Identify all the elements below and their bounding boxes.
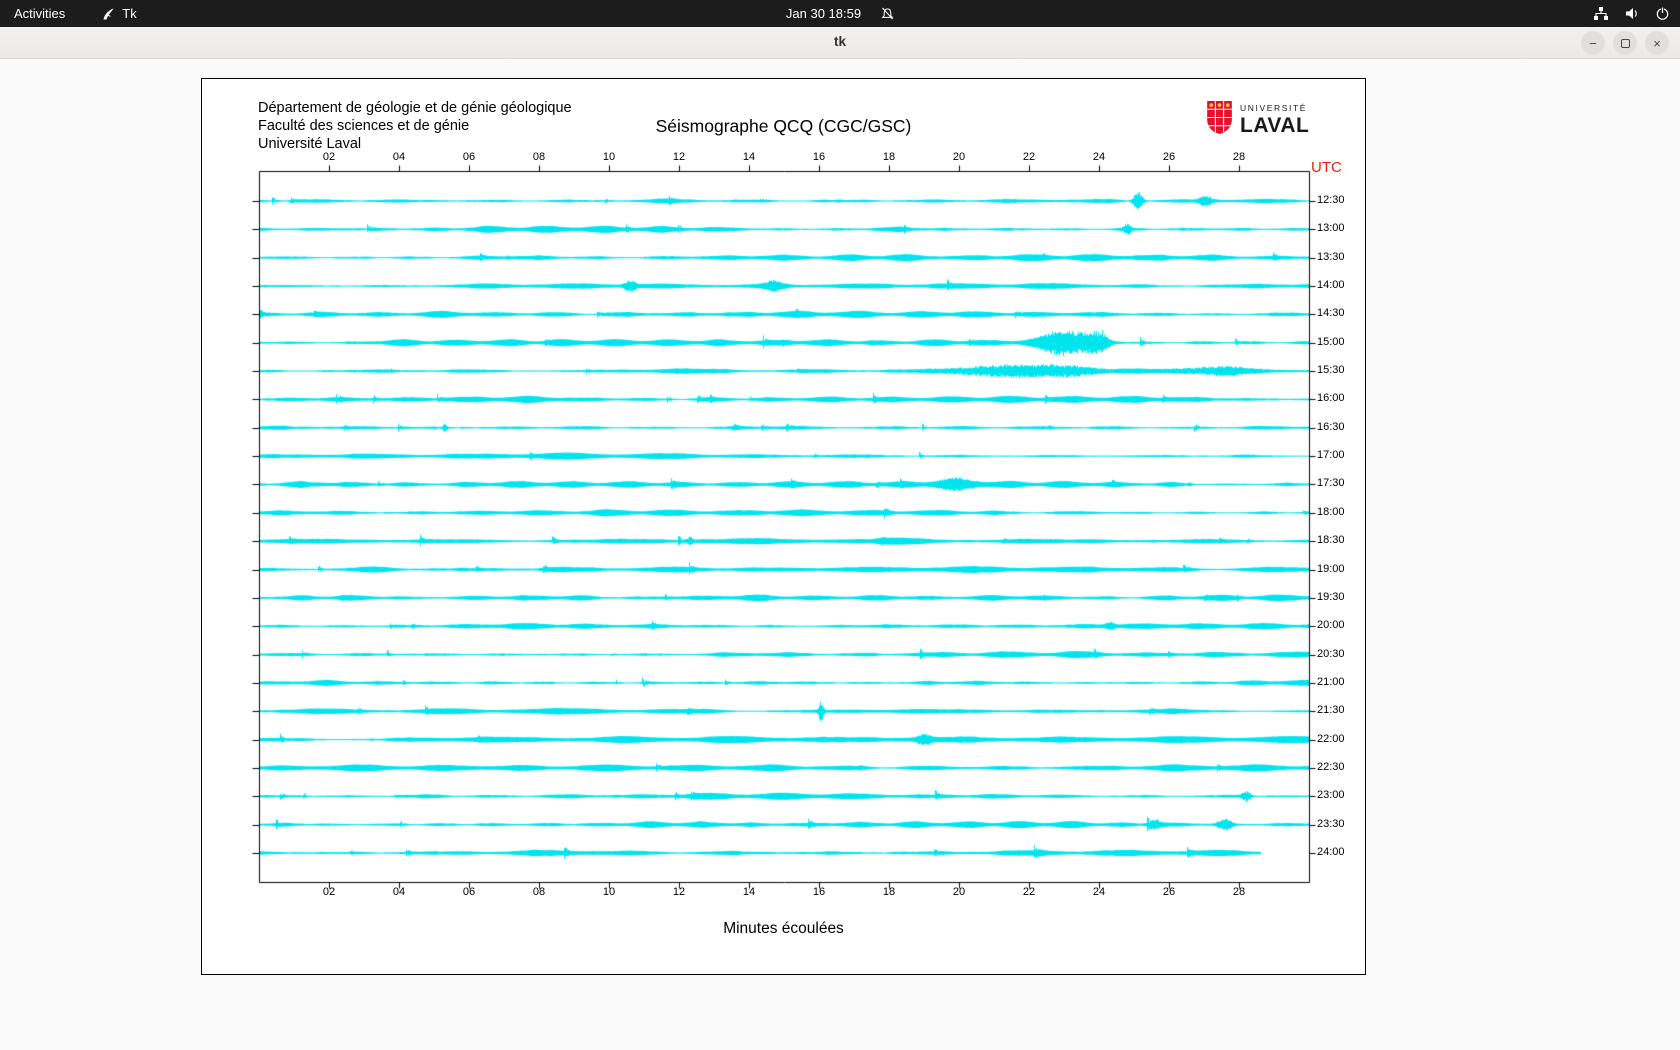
x-axis-title: Minutes écoulées [723,920,844,937]
row-time-label: 14:00 [1317,279,1345,292]
row-time-label: 18:00 [1317,505,1345,518]
x-tick-label-top: 18 [882,151,896,163]
x-tick-label-top: 06 [462,151,476,163]
row-time-label: 23:00 [1317,789,1345,802]
row-time-label: 21:30 [1317,704,1345,717]
x-tick-label-top: 16 [812,151,826,163]
row-time-label: 23:30 [1317,817,1345,830]
window-title: tk [833,34,846,49]
x-tick-label-bottom: 12 [672,886,686,898]
row-time-label: 20:30 [1317,647,1345,660]
x-tick-label-bottom: 04 [392,886,406,898]
top-bar-center: Jan 30 18:59 [0,0,1680,27]
x-tick-label-bottom: 26 [1162,886,1176,898]
window-controls: − × [1581,31,1669,55]
x-tick-label-top: 14 [742,151,756,163]
row-time-label: 18:30 [1317,534,1345,547]
row-time-label: 22:00 [1317,732,1345,745]
row-time-label: 17:00 [1317,449,1345,462]
top-bar-right [1593,0,1670,27]
row-time-label: 16:30 [1317,420,1345,433]
x-tick-label-bottom: 08 [532,886,546,898]
notifications-disabled-icon[interactable] [881,7,894,20]
row-time-label: 20:00 [1317,619,1345,632]
x-tick-label-top: 10 [602,151,616,163]
power-icon[interactable] [1655,6,1670,21]
clock[interactable]: Jan 30 18:59 [786,6,861,21]
row-time-label: 19:30 [1317,590,1345,603]
minimize-icon: − [1589,35,1597,51]
x-tick-label-bottom: 24 [1092,886,1106,898]
row-time-label: 15:30 [1317,364,1345,377]
x-tick-label-top: 26 [1162,151,1176,163]
row-time-label: 17:30 [1317,477,1345,490]
network-icon[interactable] [1593,6,1609,21]
row-time-label: 24:00 [1317,846,1345,858]
x-tick-label-bottom: 22 [1022,886,1036,898]
seismograph-window: Département de géologie et de génie géol… [201,78,1366,975]
row-time-label: 21:00 [1317,675,1345,688]
close-icon: × [1653,35,1661,51]
row-time-label: 13:30 [1317,250,1345,263]
desktop-content: Département de géologie et de génie géol… [0,60,1680,1050]
x-tick-label-bottom: 18 [882,886,896,898]
x-tick-label-bottom: 14 [742,886,756,898]
x-tick-label-top: 12 [672,151,686,163]
x-tick-label-bottom: 20 [952,886,966,898]
row-time-label: 22:30 [1317,760,1345,773]
utc-label: UTC [1311,159,1342,176]
x-tick-label-top: 02 [322,151,336,163]
row-time-label: 12:30 [1317,194,1345,206]
x-tick-label-bottom: 16 [812,886,826,898]
x-tick-label-top: 08 [532,151,546,163]
top-bar: Activities Tk Jan 30 18:59 [0,0,1680,27]
x-tick-label-bottom: 02 [322,886,336,898]
row-time-label: 14:30 [1317,307,1345,320]
row-time-label: 15:00 [1317,335,1345,348]
x-tick-label-top: 28 [1232,151,1246,163]
x-tick-label-top: 22 [1022,151,1036,163]
maximize-icon [1620,38,1630,48]
window-titlebar[interactable]: tk − × [0,27,1680,59]
minimize-button[interactable]: − [1581,31,1605,55]
x-tick-label-bottom: 28 [1232,886,1246,898]
x-tick-label-bottom: 06 [462,886,476,898]
row-time-label: 13:00 [1317,222,1345,235]
row-time-label: 19:00 [1317,562,1345,575]
maximize-button[interactable] [1613,31,1637,55]
close-button[interactable]: × [1645,31,1669,55]
x-tick-label-top: 04 [392,151,406,163]
row-time-label: 16:00 [1317,392,1345,405]
plot-axis-labels: 02 02 04 04 06 06 08 08 10 10 12 12 14 14 16 16 18 18 20 20… [202,79,1365,974]
x-tick-label-bottom: 10 [602,886,616,898]
x-tick-label-top: 20 [952,151,966,163]
volume-icon[interactable] [1624,6,1640,21]
x-tick-label-top: 24 [1092,151,1106,163]
